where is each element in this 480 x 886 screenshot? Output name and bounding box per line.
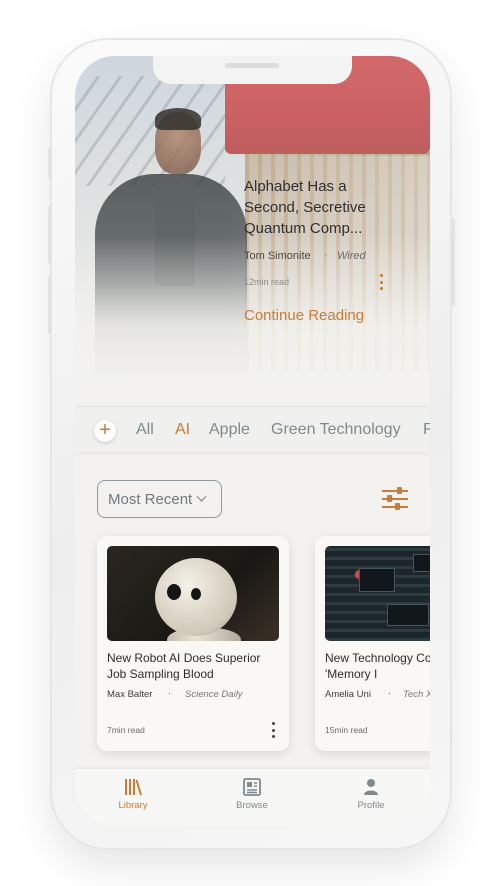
article-separator: ·: [168, 688, 172, 699]
article-card[interactable]: New Robot AI Does Superior Job Sampling …: [97, 536, 289, 751]
chip-block: [413, 554, 430, 572]
robot-eye: [167, 584, 181, 600]
article-separator: ·: [388, 688, 392, 699]
article-read-time: 7min read: [107, 725, 145, 735]
nav-label-library: Library: [118, 800, 148, 811]
robot-head: [155, 558, 237, 636]
nav-browse[interactable]: Browse: [217, 777, 287, 811]
tab-ai[interactable]: AI: [175, 421, 190, 439]
person-hair: [155, 108, 201, 130]
app-screen: Alphabet Has a Second, Secretive Quantum…: [75, 56, 430, 826]
category-tab-bar: + All AI Apple Green Technology R: [75, 406, 430, 452]
article-read-time: 15min read: [325, 725, 368, 735]
chevron-down-icon: [196, 491, 207, 502]
add-category-button[interactable]: +: [94, 420, 116, 442]
featured-image-background: [75, 76, 225, 186]
article-author: Max Balter: [107, 689, 153, 700]
tab-green-technology[interactable]: Green Technology: [271, 421, 401, 439]
featured-author: Tom Simonite: [244, 250, 311, 262]
phone-volume-up-button: [48, 206, 52, 264]
nav-profile[interactable]: Profile: [336, 777, 406, 811]
filter-sliders-icon[interactable]: [382, 487, 408, 511]
featured-read-time: 12min read: [244, 277, 290, 287]
featured-source: Wired: [337, 250, 366, 262]
featured-title[interactable]: Alphabet Has a Second, Secretive Quantum…: [244, 176, 394, 239]
sort-selected-value: Most Recent: [108, 490, 193, 508]
library-icon: [125, 779, 142, 796]
article-title: New Technology Co Solve AI's 'Memory I: [325, 651, 430, 681]
nav-label-browse: Browse: [236, 800, 268, 811]
article-card[interactable]: New Technology Co Solve AI's 'Memory I A…: [315, 536, 430, 751]
phone-power-button: [451, 218, 455, 306]
chip-block: [387, 604, 429, 626]
browse-icon: [243, 778, 261, 796]
article-image-robot: [107, 546, 279, 641]
chip-block: [359, 568, 395, 592]
featured-separator: ·: [324, 249, 328, 261]
profile-icon: [364, 779, 378, 795]
article-author: Amelia Uni: [325, 689, 371, 700]
tab-partial[interactable]: R: [423, 421, 430, 439]
article-source: Tech X: [403, 689, 430, 700]
phone-mute-switch: [48, 148, 52, 178]
continue-reading-link[interactable]: Continue Reading: [244, 307, 364, 324]
phone-notch: [153, 56, 352, 84]
featured-article[interactable]: Alphabet Has a Second, Secretive Quantum…: [75, 56, 430, 402]
article-source: Science Daily: [185, 689, 243, 700]
tab-all[interactable]: All: [136, 421, 154, 439]
nav-label-profile: Profile: [357, 800, 385, 811]
tab-apple[interactable]: Apple: [209, 421, 250, 439]
phone-volume-down-button: [48, 276, 52, 334]
article-more-options-icon[interactable]: [272, 722, 278, 738]
nav-library[interactable]: Library: [98, 777, 168, 811]
sort-dropdown[interactable]: Most Recent: [97, 480, 222, 518]
bottom-navigation: Library Browse Profile: [75, 769, 430, 826]
robot-eye: [191, 588, 201, 600]
speaker-grille: [225, 63, 279, 68]
article-title: New Robot AI Does Superior Job Sampling …: [107, 651, 261, 681]
featured-more-options-icon[interactable]: [375, 272, 387, 292]
article-image-circuit-board: [325, 546, 430, 641]
